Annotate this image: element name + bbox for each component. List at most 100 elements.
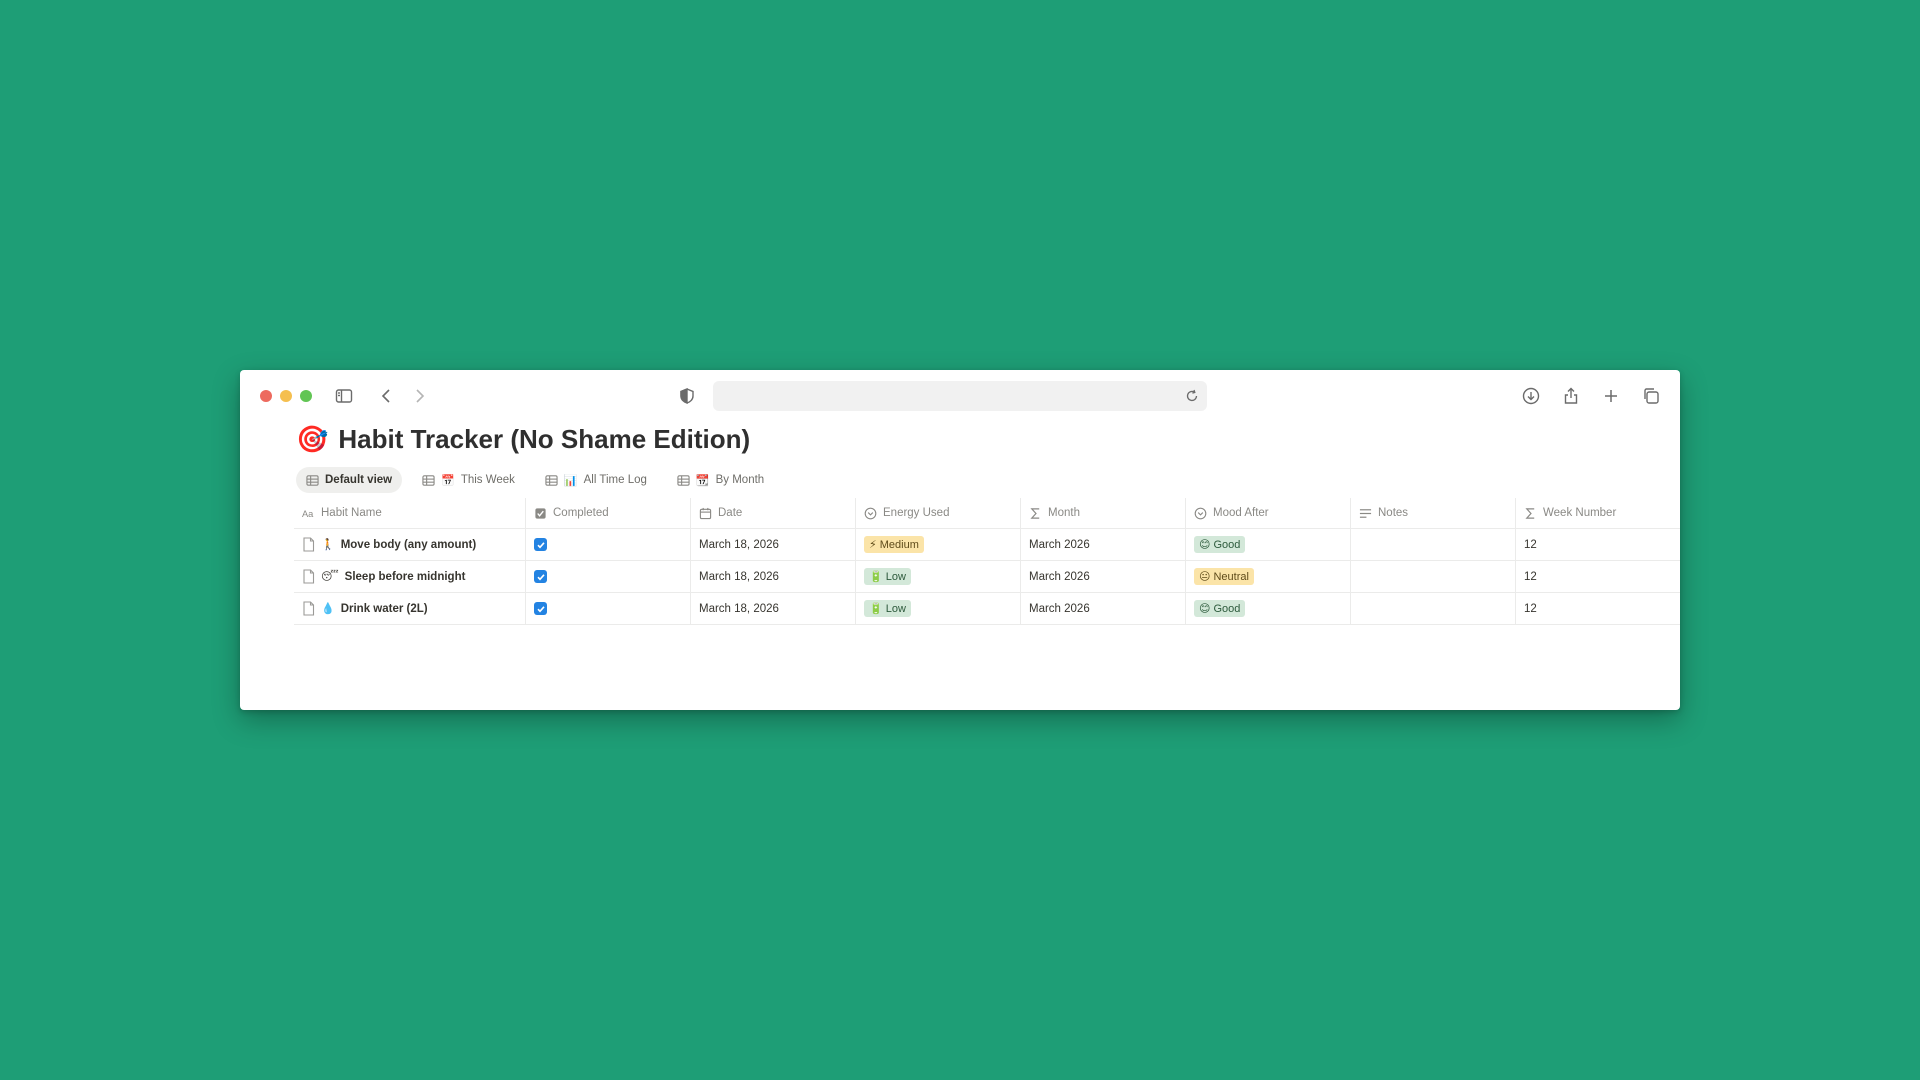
download-icon[interactable] — [1519, 384, 1543, 408]
tab-label: By Month — [715, 474, 765, 486]
table-view-icon — [422, 474, 435, 486]
new-tab-icon[interactable] — [1599, 384, 1623, 408]
tab-by-month[interactable]: 📆 By Month — [667, 467, 774, 493]
completed-checkbox[interactable] — [534, 538, 547, 551]
privacy-shield-icon[interactable] — [675, 384, 699, 408]
column-header-week-number[interactable]: Week Number — [1516, 498, 1680, 528]
column-header-notes[interactable]: Notes — [1351, 498, 1516, 528]
title-icon: Aa — [302, 509, 314, 519]
formula-icon — [1030, 507, 1040, 519]
completed-checkbox[interactable] — [534, 570, 547, 583]
month-cell: March 2026 — [1021, 529, 1186, 560]
tab-this-week[interactable]: 📅 This Week — [412, 467, 525, 493]
tab-all-time-log[interactable]: 📊 All Time Log — [535, 467, 657, 493]
tab-default-view[interactable]: Default view — [296, 467, 403, 493]
calendar-emoji-icon: 📅 — [441, 474, 455, 487]
table-row[interactable]: 💧 Drink water (2L) March 18, 2026 🔋 Low M… — [294, 593, 1680, 625]
table-view-icon — [306, 474, 319, 486]
habit-table: Aa Habit Name Completed Date Energy Used… — [294, 497, 1680, 625]
table-row[interactable]: 🚶 Move body (any amount) March 18, 2026 … — [294, 529, 1680, 561]
column-header-completed[interactable]: Completed — [526, 498, 691, 528]
completed-cell — [526, 593, 691, 624]
week-number-value: 12 — [1524, 570, 1537, 583]
notes-cell[interactable] — [1351, 561, 1516, 592]
close-window-button[interactable] — [260, 390, 272, 402]
month-cell: March 2026 — [1021, 593, 1186, 624]
column-header-date[interactable]: Date — [691, 498, 856, 528]
walking-emoji-icon: 🚶 — [321, 539, 335, 551]
mood-tag-label: Good — [1213, 602, 1241, 615]
reload-icon[interactable] — [1185, 389, 1199, 403]
sidebar-toggle-icon[interactable] — [332, 384, 356, 408]
table-view-icon — [545, 474, 558, 486]
habit-name: Drink water (2L) — [340, 602, 428, 615]
page-document-icon — [303, 601, 315, 616]
table-view-icon — [677, 474, 690, 486]
month-value: March 2026 — [1029, 602, 1090, 615]
target-icon: 🎯 — [296, 424, 329, 454]
column-header-energy-used[interactable]: Energy Used — [856, 498, 1021, 528]
column-header-label: Notes — [1378, 507, 1409, 519]
forward-arrow-icon[interactable] — [407, 384, 431, 408]
minimize-window-button[interactable] — [280, 390, 292, 402]
select-icon — [864, 507, 877, 519]
mood-cell[interactable]: 😐 Neutral — [1186, 561, 1351, 592]
week-number-cell: 12 — [1516, 593, 1680, 624]
column-header-mood-after[interactable]: Mood After — [1186, 498, 1351, 528]
page-title-text: Habit Tracker (No Shame Edition) — [338, 424, 751, 454]
month-value: March 2026 — [1029, 570, 1090, 583]
completed-cell — [526, 529, 691, 560]
zoom-window-button[interactable] — [300, 390, 312, 402]
column-header-month[interactable]: Month — [1021, 498, 1186, 528]
column-header-label: Completed — [553, 507, 609, 519]
share-icon[interactable] — [1559, 384, 1583, 408]
completed-checkbox[interactable] — [534, 602, 547, 615]
mood-tag-label: Good — [1213, 538, 1241, 551]
tab-label: All Time Log — [583, 474, 647, 486]
text-icon — [1359, 508, 1372, 518]
battery-emoji-icon: 🔋 — [869, 571, 883, 583]
energy-tag-label: Low — [885, 570, 906, 583]
energy-cell[interactable]: ⚡ Medium — [856, 529, 1021, 560]
energy-tag: 🔋 Low — [864, 568, 911, 585]
browser-window: 🎯 Habit Tracker (No Shame Edition) Defau… — [240, 370, 1680, 710]
back-arrow-icon[interactable] — [375, 384, 399, 408]
date-cell[interactable]: March 18, 2026 — [691, 593, 856, 624]
calendar-icon — [699, 507, 712, 519]
energy-tag: 🔋 Low — [864, 600, 911, 617]
date-value: March 18, 2026 — [699, 538, 779, 551]
week-number-value: 12 — [1524, 602, 1537, 615]
address-bar[interactable] — [713, 381, 1207, 411]
battery-emoji-icon: 🔋 — [869, 603, 883, 615]
date-cell[interactable]: March 18, 2026 — [691, 529, 856, 560]
month-value: March 2026 — [1029, 538, 1090, 551]
week-number-value: 12 — [1524, 538, 1537, 551]
mood-cell[interactable]: 😊 Good — [1186, 529, 1351, 560]
smile-emoji-icon: 😊 — [1199, 539, 1211, 551]
habit-name-cell[interactable]: 🚶 Move body (any amount) — [294, 529, 526, 560]
month-cell: March 2026 — [1021, 561, 1186, 592]
mood-cell[interactable]: 😊 Good — [1186, 593, 1351, 624]
habit-name-cell[interactable]: 💧 Drink water (2L) — [294, 593, 526, 624]
energy-tag-label: Medium — [879, 538, 919, 551]
notes-cell[interactable] — [1351, 529, 1516, 560]
table-row[interactable]: 😴 Sleep before midnight March 18, 2026 🔋… — [294, 561, 1680, 593]
page-document-icon — [303, 537, 315, 552]
column-header-label: Habit Name — [321, 507, 382, 519]
column-header-label: Energy Used — [883, 507, 950, 519]
tab-label: Default view — [325, 474, 393, 486]
browser-toolbar — [240, 370, 1680, 422]
date-value: March 18, 2026 — [699, 602, 779, 615]
habit-name-cell[interactable]: 😴 Sleep before midnight — [294, 561, 526, 592]
energy-cell[interactable]: 🔋 Low — [856, 593, 1021, 624]
tab-overview-icon[interactable] — [1639, 384, 1663, 408]
energy-cell[interactable]: 🔋 Low — [856, 561, 1021, 592]
date-cell[interactable]: March 18, 2026 — [691, 561, 856, 592]
droplet-emoji-icon: 💧 — [321, 603, 335, 615]
week-number-cell: 12 — [1516, 529, 1680, 560]
page-document-icon — [303, 569, 315, 584]
notes-cell[interactable] — [1351, 593, 1516, 624]
column-header-habit-name[interactable]: Aa Habit Name — [294, 498, 526, 528]
habit-name: Sleep before midnight — [344, 570, 466, 583]
formula-icon — [1525, 507, 1535, 519]
